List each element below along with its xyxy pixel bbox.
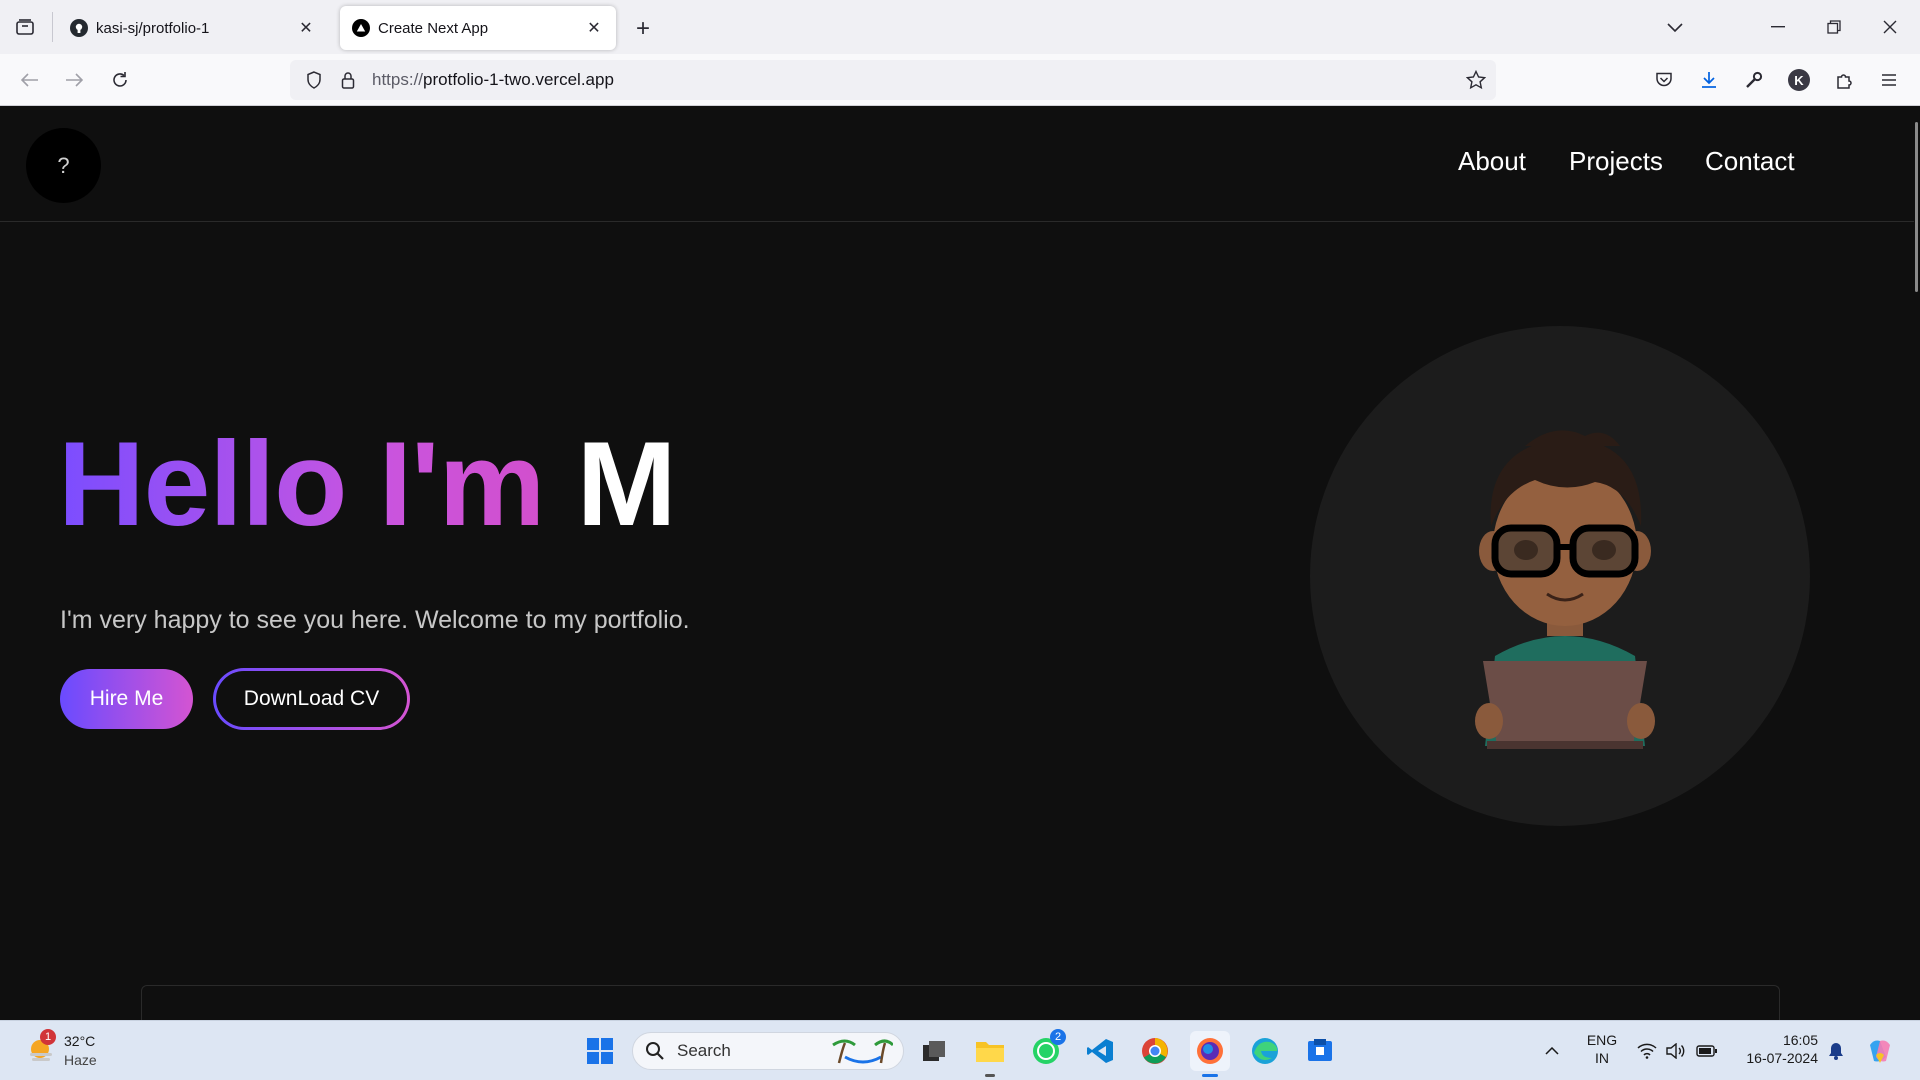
- close-tab-icon[interactable]: ✕: [296, 18, 316, 38]
- tab-divider: [52, 12, 53, 42]
- whatsapp-unread-badge: 2: [1050, 1029, 1066, 1045]
- search-highlight-icon: [831, 1039, 895, 1065]
- chrome-icon[interactable]: [1135, 1031, 1175, 1071]
- clock[interactable]: 16:05 16-07-2024: [1734, 1031, 1818, 1067]
- download-cv-label: DownLoad CV: [216, 671, 407, 727]
- hire-me-button[interactable]: Hire Me: [60, 669, 193, 729]
- windows-taskbar: 1 32°C Haze Search 2 ENG IN 16:05 16-07-…: [0, 1020, 1920, 1080]
- web-page: ? About Projects Contact Hello I'm M I'm…: [0, 106, 1920, 1020]
- hero-title-name: M: [576, 417, 677, 551]
- running-indicator: [985, 1074, 995, 1077]
- account-icon[interactable]: K: [1785, 66, 1813, 94]
- reload-icon[interactable]: [106, 66, 134, 94]
- pocket-icon[interactable]: [1650, 66, 1678, 94]
- weather-condition: Haze: [64, 1052, 97, 1068]
- hero-subtitle: I'm very happy to see you here. Welcome …: [60, 606, 690, 634]
- tab-create-next-app[interactable]: Create Next App ✕: [340, 6, 616, 50]
- minimize-icon[interactable]: [1760, 12, 1796, 42]
- store-app-icon[interactable]: [1300, 1031, 1340, 1071]
- weather-widget[interactable]: 1 32°C Haze: [22, 1029, 112, 1073]
- input-language-region: IN: [1595, 1050, 1609, 1066]
- forward-icon[interactable]: [60, 66, 88, 94]
- back-icon[interactable]: [16, 66, 44, 94]
- download-icon[interactable]: [1695, 66, 1723, 94]
- hero-title: Hello I'm M: [58, 424, 677, 544]
- account-letter: K: [1788, 69, 1810, 91]
- tab-title: kasi-sj/protfolio-1: [96, 19, 210, 37]
- tab-github[interactable]: kasi-sj/protfolio-1 ✕: [58, 6, 328, 50]
- close-tab-icon[interactable]: ✕: [584, 18, 604, 38]
- wrench-icon[interactable]: [1740, 66, 1768, 94]
- weather-alert-badge: 1: [40, 1029, 56, 1045]
- site-logo[interactable]: ?: [26, 128, 101, 203]
- nav-projects-link[interactable]: Projects: [1569, 146, 1663, 177]
- input-language[interactable]: ENG IN: [1582, 1031, 1622, 1067]
- notification-bell-icon[interactable]: [1824, 1039, 1848, 1063]
- file-explorer-icon[interactable]: [970, 1031, 1010, 1077]
- taskbar-search-box[interactable]: Search: [632, 1032, 904, 1070]
- volume-icon[interactable]: [1664, 1039, 1688, 1063]
- active-app-indicator: [1202, 1074, 1218, 1077]
- firefox-icon[interactable]: [1190, 1031, 1230, 1077]
- task-view-icon[interactable]: [914, 1031, 954, 1071]
- search-icon: [645, 1040, 667, 1062]
- nav-about-link[interactable]: About: [1458, 146, 1526, 177]
- tab-title: Create Next App: [378, 19, 489, 37]
- page-scrollbar[interactable]: [1915, 122, 1918, 292]
- menu-icon[interactable]: [1875, 66, 1903, 94]
- new-tab-icon[interactable]: +: [628, 14, 658, 44]
- wifi-icon[interactable]: [1635, 1039, 1659, 1063]
- nav-contact-link[interactable]: Contact: [1705, 146, 1795, 177]
- battery-icon[interactable]: [1694, 1039, 1720, 1063]
- vercel-icon: [352, 19, 370, 37]
- weather-temp: 32°C: [64, 1033, 96, 1049]
- developer-avatar-illustration: [1475, 430, 1655, 749]
- search-placeholder: Search: [677, 1041, 731, 1060]
- restore-icon[interactable]: [1816, 12, 1852, 42]
- input-language-code: ENG: [1586, 1032, 1618, 1048]
- bookmark-star-icon[interactable]: [1465, 69, 1487, 95]
- url-text: https://protfolio-1-two.vercel.app: [372, 70, 614, 90]
- extensions-icon[interactable]: [1830, 66, 1858, 94]
- edge-icon[interactable]: [1245, 1031, 1285, 1071]
- browser-tab-bar: kasi-sj/protfolio-1 ✕ Create Next App ✕ …: [0, 0, 1920, 54]
- tab-overview-icon[interactable]: [12, 14, 38, 40]
- lock-icon[interactable]: [336, 71, 360, 89]
- close-window-icon[interactable]: [1872, 12, 1908, 42]
- show-hidden-icons-icon[interactable]: [1540, 1039, 1564, 1063]
- hero-title-greeting: Hello I'm: [58, 417, 577, 551]
- clock-date: 16-07-2024: [1746, 1050, 1818, 1066]
- start-button[interactable]: [580, 1031, 620, 1071]
- next-section-card: [141, 985, 1780, 1020]
- github-icon: [70, 19, 88, 37]
- url-scheme: https://: [372, 70, 424, 89]
- browser-nav-bar: https://protfolio-1-two.vercel.app K: [0, 54, 1920, 106]
- vscode-icon[interactable]: [1080, 1031, 1120, 1071]
- download-cv-button[interactable]: DownLoad CV: [213, 668, 410, 730]
- shield-icon[interactable]: [300, 71, 328, 89]
- clock-time: 16:05: [1782, 1032, 1818, 1048]
- copilot-icon[interactable]: [1864, 1035, 1896, 1067]
- url-host: protfolio-1-two.vercel.app: [423, 70, 614, 89]
- whatsapp-icon[interactable]: 2: [1026, 1029, 1066, 1071]
- list-all-tabs-icon[interactable]: [1660, 14, 1690, 42]
- site-header: ? About Projects Contact: [0, 106, 1914, 222]
- address-bar[interactable]: https://protfolio-1-two.vercel.app: [290, 60, 1496, 100]
